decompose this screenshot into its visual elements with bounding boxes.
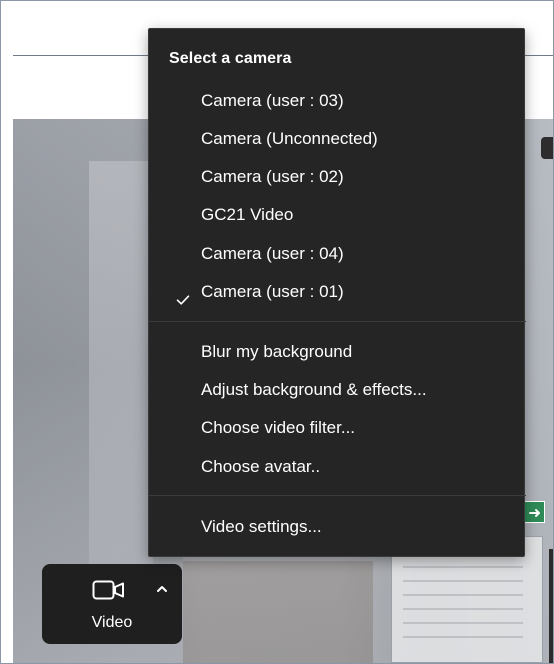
adjust-background-effects-option[interactable]: Adjust background & effects...: [149, 373, 526, 407]
exit-sign-icon: [523, 501, 545, 523]
video-label: Video: [91, 614, 133, 631]
video-scene-dark-edge: [549, 549, 553, 663]
camera-option[interactable]: Camera (user : 02): [149, 160, 526, 194]
video-camera-icon[interactable]: [92, 579, 126, 601]
check-icon: [176, 285, 190, 305]
video-settings-option[interactable]: Video settings...: [149, 510, 526, 544]
meeting-window: Video Select a camera Camera (user : 03)…: [0, 0, 554, 664]
video-toolbar-button[interactable]: Video: [42, 564, 182, 644]
chevron-up-icon[interactable]: [155, 582, 169, 596]
camera-option-selected[interactable]: Camera (user : 01): [149, 275, 526, 309]
menu-option-label: Choose video filter...: [201, 418, 356, 437]
camera-option-label: Camera (user : 02): [201, 167, 344, 186]
video-scene-whiteboard-lines: [403, 566, 523, 646]
menu-option-label: Blur my background: [201, 342, 353, 361]
menu-separator: [149, 321, 526, 322]
camera-option[interactable]: GC21 Video: [149, 198, 526, 232]
choose-video-filter-option[interactable]: Choose video filter...: [149, 411, 526, 445]
choose-avatar-option[interactable]: Choose avatar..: [149, 450, 526, 484]
side-panel-toggle-icon[interactable]: [541, 137, 553, 159]
video-scene-cabinet: [183, 561, 373, 663]
camera-option[interactable]: Camera (user : 03): [149, 84, 526, 118]
camera-option[interactable]: Camera (Unconnected): [149, 122, 526, 156]
camera-option-label: Camera (user : 04): [201, 244, 344, 263]
menu-separator: [149, 495, 526, 496]
blur-background-option[interactable]: Blur my background: [149, 335, 526, 369]
menu-option-label: Video settings...: [201, 517, 322, 536]
menu-title: Select a camera: [169, 50, 292, 67]
camera-option-label: GC21 Video: [201, 205, 294, 224]
menu-option-label: Choose avatar..: [201, 457, 321, 476]
menu-option-label: Adjust background & effects...: [201, 380, 427, 399]
camera-option[interactable]: Camera (user : 04): [149, 237, 526, 271]
camera-select-menu: Select a camera Camera (user : 03) Camer…: [148, 28, 526, 557]
camera-option-label: Camera (user : 01): [201, 282, 344, 301]
camera-option-label: Camera (Unconnected): [201, 129, 378, 148]
camera-option-label: Camera (user : 03): [201, 91, 344, 110]
video-scene-door: [89, 161, 153, 581]
